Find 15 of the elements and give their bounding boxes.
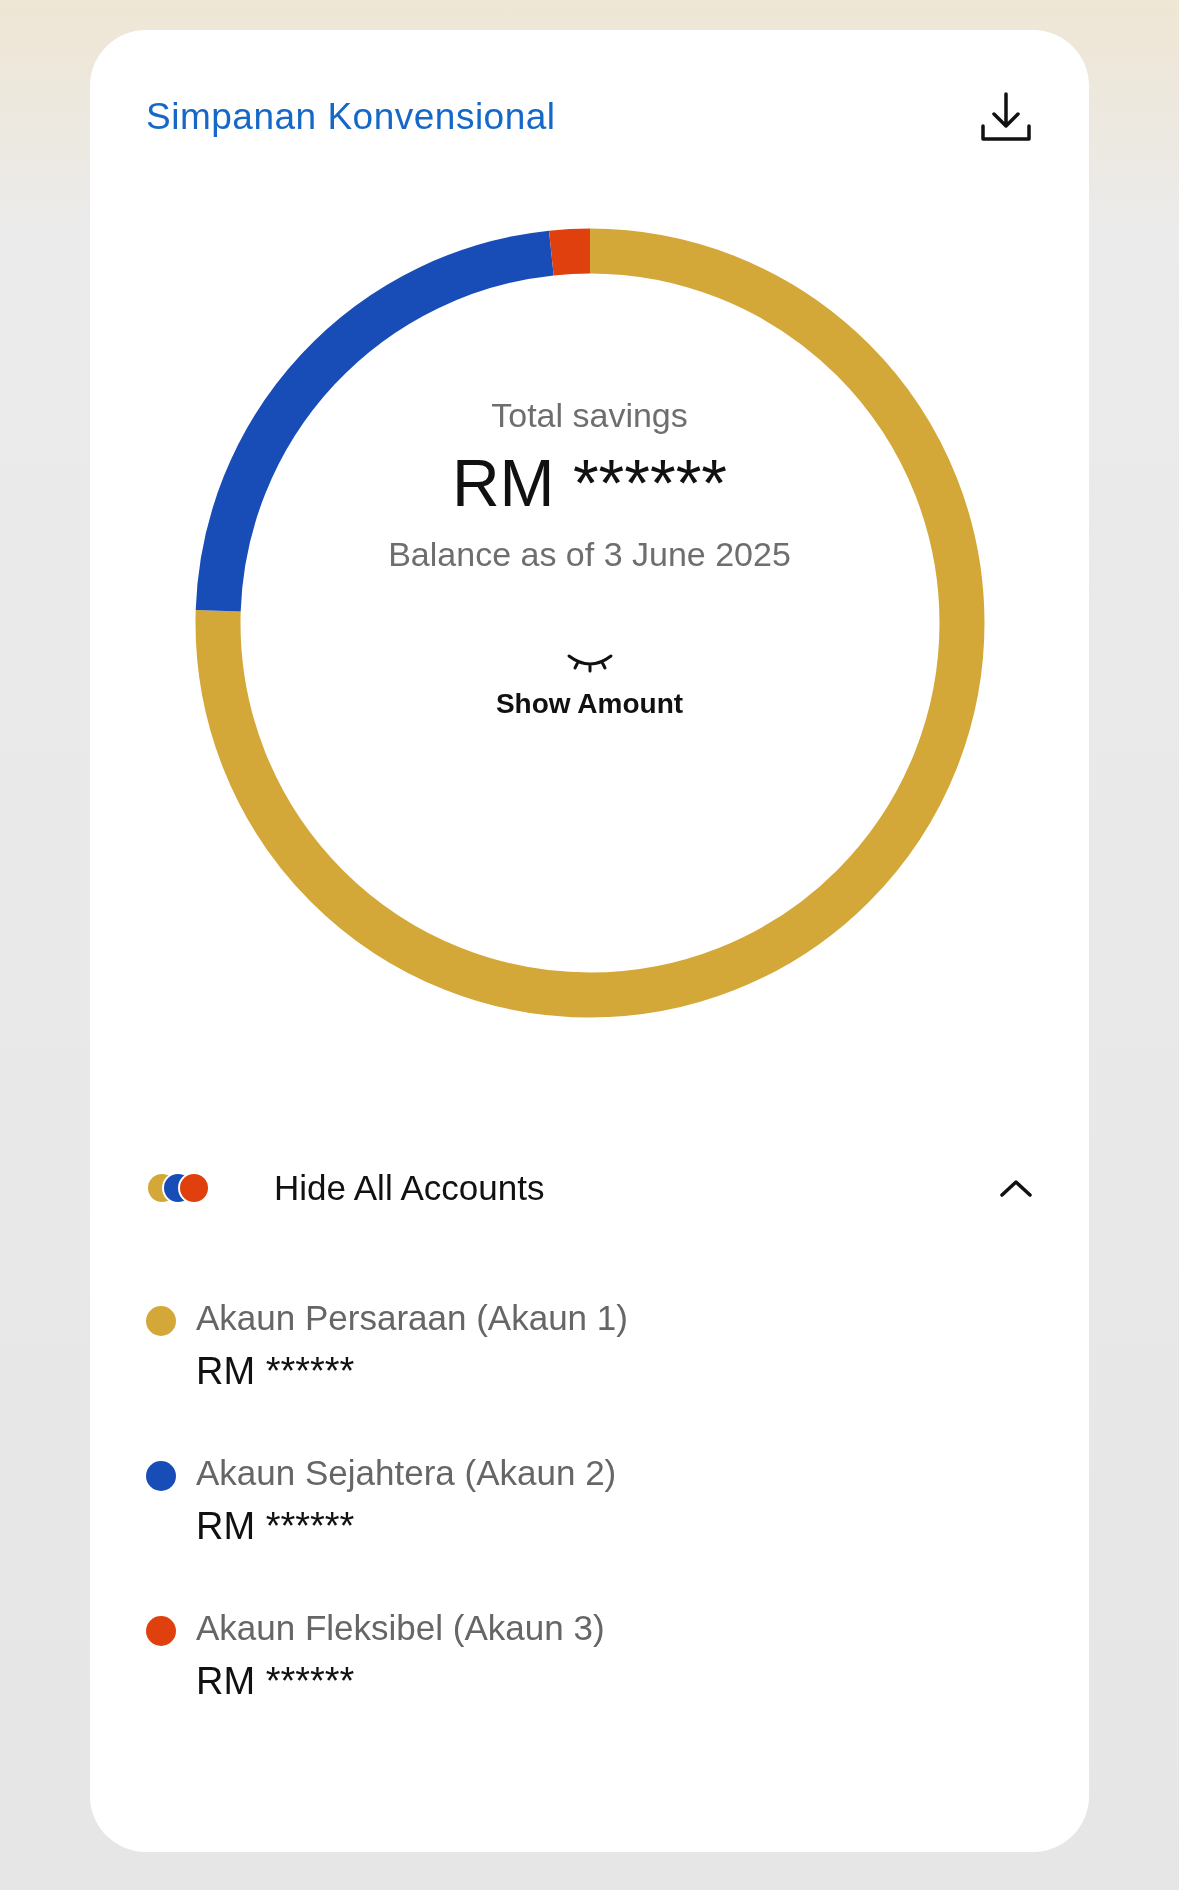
show-amount-button[interactable]: Show Amount [495,650,684,720]
account-amount: RM ****** [196,1350,356,1393]
account-name: Akaun Persaraan (Akaun 1) [196,1298,628,1338]
download-icon [979,90,1033,144]
accounts-toggle[interactable]: Hide All Accounts [146,1168,1033,1208]
chevron-icon [999,1178,1033,1198]
download-button[interactable] [979,90,1033,144]
account-name: Akaun Sejahtera (Akaun 2) [196,1453,617,1493]
card-title: Simpanan Konvensional [146,96,556,138]
account-name: Akaun Fleksibel (Akaun 3) [196,1608,605,1648]
total-amount: RM ****** [451,445,728,521]
balance-date: Balance as of 3 June 2025 [388,535,791,574]
account-amount: RM ****** [196,1660,356,1703]
account-amount: RM ****** [196,1505,356,1548]
total-savings-label: Total savings [491,396,688,435]
